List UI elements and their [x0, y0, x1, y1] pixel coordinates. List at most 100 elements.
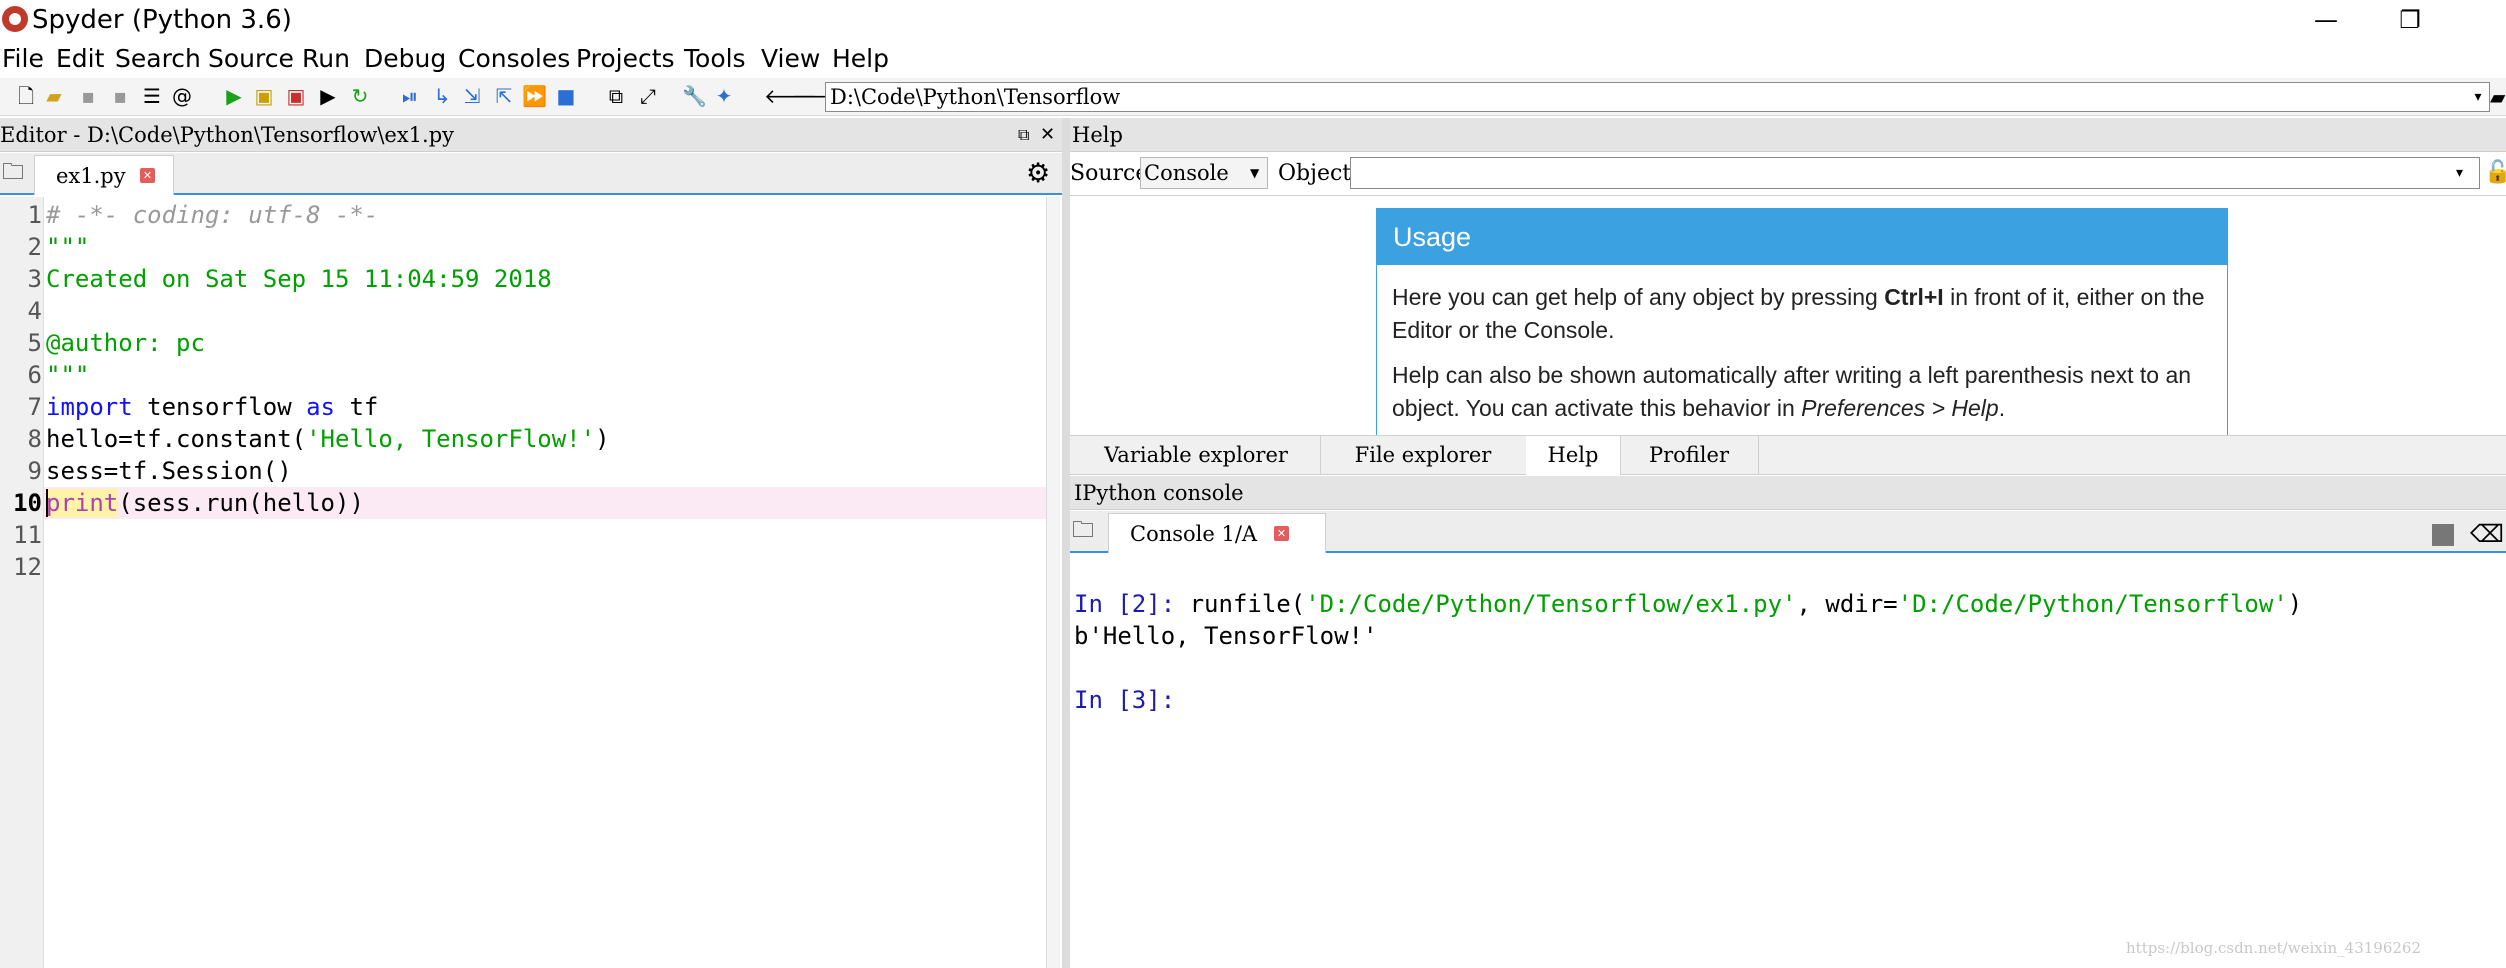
run-icon[interactable]: ▶: [222, 84, 246, 108]
console-text: ): [2287, 590, 2303, 618]
menu-run[interactable]: Run: [302, 42, 350, 76]
ipython-title: IPython console: [1074, 481, 1244, 505]
menu-projects[interactable]: Projects: [576, 42, 675, 76]
code-line-6[interactable]: """: [46, 359, 89, 391]
line-number: 11: [13, 521, 42, 549]
debug-icon[interactable]: ⏯: [398, 84, 422, 108]
lock-icon[interactable]: 🔓: [2484, 157, 2506, 189]
code-line-9[interactable]: sess=tf.Session(): [46, 455, 292, 487]
run-selection-icon[interactable]: ▶: [316, 84, 340, 108]
preferences-wrench-icon[interactable]: 🔧: [682, 84, 707, 108]
line-number: 12: [13, 553, 42, 581]
run-cell-advance-icon[interactable]: ▣: [284, 84, 308, 108]
console-input-line: In [2]: runfile('D:/Code/Python/Tensorfl…: [1074, 588, 2302, 620]
usage-paragraph-2: Help can also be shown automatically aft…: [1392, 359, 2212, 425]
tab-profiler[interactable]: Profiler: [1620, 436, 1759, 474]
chevron-down-icon[interactable]: ▾: [2456, 157, 2463, 189]
undock-icon[interactable]: ⧉: [1018, 120, 1029, 150]
string-literal: 'D:/Code/Python/Tensorflow': [1897, 590, 2288, 618]
stop-kernel-icon[interactable]: [2432, 524, 2454, 546]
tab-file-explorer[interactable]: File explorer: [1320, 436, 1527, 474]
open-file-icon[interactable]: ▰: [42, 84, 66, 108]
code-line-1[interactable]: # -*- coding: utf-8 -*-: [46, 199, 378, 231]
line-number: 9: [27, 457, 42, 485]
menu-tools[interactable]: Tools: [684, 42, 746, 76]
string-literal: 'Hello, TensorFlow!': [306, 425, 596, 453]
line-number: 3: [27, 265, 42, 293]
rerun-icon[interactable]: ↻: [348, 84, 372, 108]
console-output-line: b'Hello, TensorFlow!': [1074, 622, 1378, 650]
usage-text: Help can also be shown automatically aft…: [1392, 362, 2192, 421]
forward-arrow-icon[interactable]: 🡒: [792, 84, 846, 108]
object-label: Object: [1278, 161, 1352, 186]
help-title-bar: [1070, 118, 2506, 152]
string-literal: 'D:/Code/Python/Tensorflow/ex1.py': [1305, 590, 1797, 618]
menu-view[interactable]: View: [761, 42, 820, 76]
shortcut-text: Ctrl+I: [1884, 284, 1944, 310]
identifier: tf: [335, 393, 379, 421]
console-tab-label: Console 1/A: [1130, 522, 1258, 546]
restore-icon[interactable]: ❐: [2370, 0, 2450, 40]
save-all-icon[interactable]: ▪: [108, 84, 132, 108]
menu-source[interactable]: Source: [208, 42, 294, 76]
eraser-icon[interactable]: ⌫: [2470, 520, 2504, 548]
fullscreen-icon[interactable]: ⤢: [636, 84, 660, 108]
pane-splitter[interactable]: [1062, 118, 1070, 968]
step-return-icon[interactable]: ⇱: [492, 84, 516, 108]
usage-text: .: [1998, 395, 2006, 421]
tab-variable-explorer[interactable]: Variable explorer: [1072, 436, 1321, 474]
source-select[interactable]: Console: [1140, 157, 1268, 189]
usage-title: Usage: [1377, 209, 2227, 265]
at-icon[interactable]: @: [170, 84, 194, 108]
editor-scrollbar[interactable]: [1046, 197, 1060, 968]
keyword: import: [46, 393, 133, 421]
tab-close-icon[interactable]: ✕: [140, 168, 155, 183]
code-line-7[interactable]: import tensorflow as tf: [46, 391, 378, 423]
browse-tabs-folder-icon[interactable]: 🗀: [1072, 518, 1094, 544]
code-line-5[interactable]: @author: pc: [46, 327, 205, 359]
ipython-title-bar: [1070, 476, 2506, 510]
menu-file[interactable]: File: [2, 42, 44, 76]
code-line-8[interactable]: hello=tf.constant('Hello, TensorFlow!'): [46, 423, 610, 455]
outline-icon[interactable]: ☰: [140, 84, 164, 108]
line-number: 7: [27, 393, 42, 421]
input-prompt[interactable]: In [3]:: [1074, 684, 1175, 716]
code-text: hello=tf.constant(: [46, 425, 307, 453]
line-number: 8: [27, 425, 42, 453]
title-bar: [0, 0, 2506, 40]
code-line-3[interactable]: Created on Sat Sep 15 11:04:59 2018: [46, 263, 552, 295]
help-title: Help: [1072, 123, 1123, 147]
console-text: , wdir=: [1796, 590, 1898, 618]
working-directory-input[interactable]: D:\Code\Python\Tensorflow: [825, 82, 2490, 112]
menu-search[interactable]: Search: [115, 42, 201, 76]
chevron-down-icon[interactable]: ▼: [1250, 157, 1259, 189]
menu-debug[interactable]: Debug: [364, 42, 446, 76]
continue-icon[interactable]: ⏩: [522, 84, 547, 108]
menu-bar: File Edit Search Source Run Debug Consol…: [0, 40, 2506, 78]
maximize-pane-icon[interactable]: ⧉: [604, 84, 628, 108]
run-cell-icon[interactable]: ▣: [252, 84, 276, 108]
python-path-icon[interactable]: ✦: [712, 84, 736, 108]
object-input[interactable]: [1350, 157, 2480, 189]
step-into-icon[interactable]: ⇲: [460, 84, 484, 108]
code-line-10[interactable]: print(sess.run(hello)): [46, 487, 364, 519]
chevron-down-icon[interactable]: ▾: [2466, 82, 2490, 112]
back-arrow-icon[interactable]: 🡐: [764, 84, 818, 108]
menu-edit[interactable]: Edit: [56, 42, 104, 76]
close-icon[interactable]: ✕: [1040, 120, 1055, 150]
keyword: as: [306, 393, 335, 421]
browse-folder-icon[interactable]: ▰: [2490, 84, 2506, 110]
minimize-icon[interactable]: —: [2286, 0, 2366, 40]
save-icon[interactable]: ▪: [76, 84, 100, 108]
gear-icon[interactable]: ⚙: [1026, 160, 1050, 188]
tab-close-icon[interactable]: ✕: [1274, 526, 1289, 541]
code-line-2[interactable]: """: [46, 231, 89, 263]
menu-help[interactable]: Help: [832, 42, 889, 76]
console-text: runfile(: [1175, 590, 1306, 618]
browse-tabs-folder-icon[interactable]: 🗀: [2, 160, 28, 186]
step-icon[interactable]: ↳: [430, 84, 454, 108]
new-file-icon[interactable]: 🗋: [14, 84, 38, 108]
stop-debug-icon[interactable]: ■: [554, 84, 578, 108]
menu-consoles[interactable]: Consoles: [458, 42, 570, 76]
tab-help[interactable]: Help: [1526, 436, 1621, 475]
